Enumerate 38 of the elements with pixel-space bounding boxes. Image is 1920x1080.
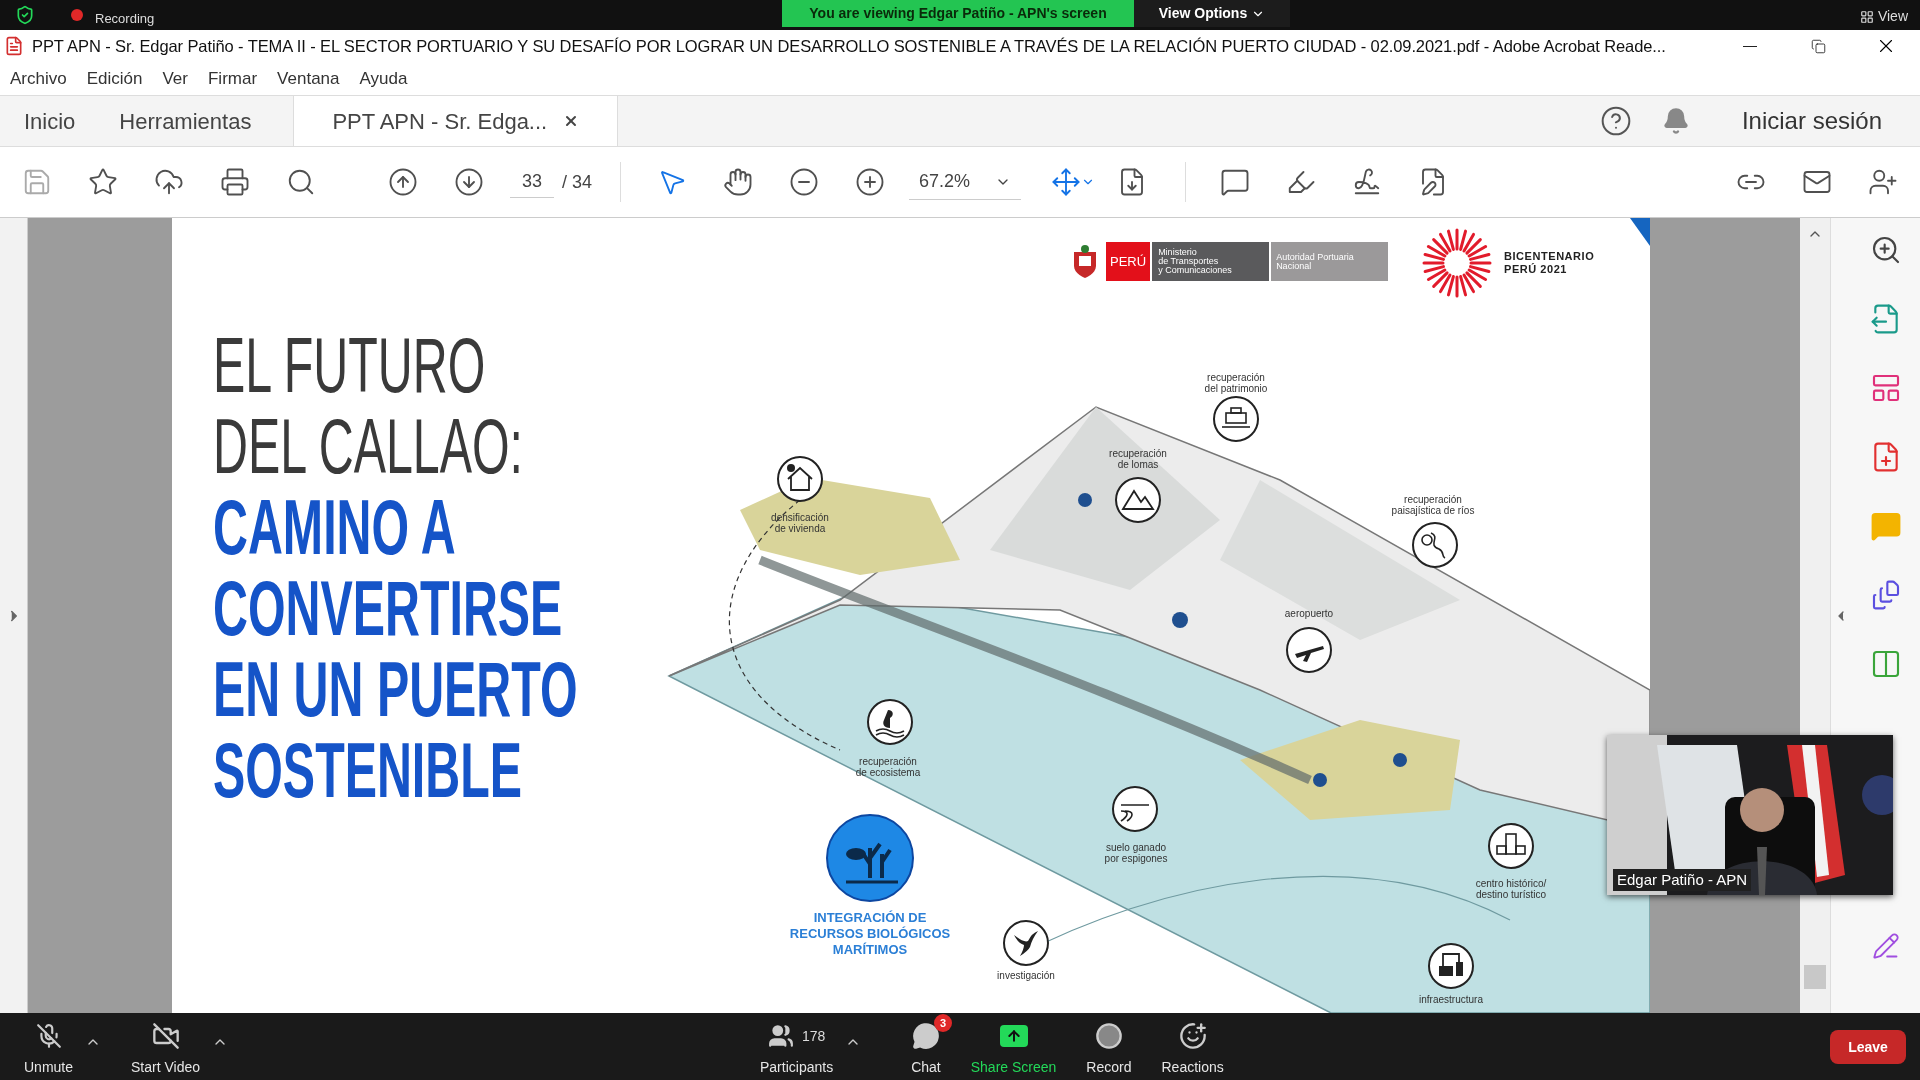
tab[interactable]: Herramientas [105, 96, 266, 146]
viewing-banner: You are viewing Edgar Patiño - APN's screen [782, 0, 1134, 27]
slide-title-line: CONVERTIRSE [213, 568, 563, 649]
meeting-control-button[interactable]: 178 Participants [752, 1018, 842, 1078]
meeting-control-button[interactable]: Start Video [123, 1018, 209, 1078]
meeting-control-button[interactable]: Reactions [1153, 1018, 1232, 1078]
menu-item[interactable]: Ayuda [359, 65, 408, 92]
page-number-field[interactable]: 33 [510, 166, 554, 198]
tab[interactable]: PPT APN - Sr. Edga... [293, 96, 619, 146]
window-title: PPT APN - Sr. Edgar Patiño - TEMA II - EL SECTOR PORTUARIO Y SU DESAFÍO POR LOGRAR UN DESARROLLO SOSTENIBLE A TRAVÉS DE LA RELACIÓN PUERTO CIUDAD - 02.09.2021.pdf - Adobe Acrobat Reade... [32, 35, 1666, 57]
participant-count: 178 [801, 1026, 826, 1046]
country-logo: PERÚ [1106, 242, 1151, 281]
leave-button[interactable]: Leave [1830, 1030, 1906, 1064]
meeting-control-button[interactable]: Share Screen [962, 1018, 1065, 1078]
zoom-level-dropdown[interactable]: 67.2% [909, 164, 1022, 200]
view-options-button[interactable]: View Options [1134, 0, 1290, 27]
ministry-logo: Ministerio de Transportes y Comunicaciones [1152, 242, 1270, 281]
slide-title-line: CAMINO A [213, 487, 456, 568]
menu-item[interactable]: Archivo [10, 65, 67, 92]
slide-title-line: EN UN PUERTO [213, 649, 578, 730]
slide-title-line: DEL CALLAO: [213, 406, 523, 487]
view-button[interactable]: View [1859, 6, 1908, 27]
menu-item[interactable]: Firmar [208, 65, 258, 92]
slide-title-line: EL FUTURO [213, 325, 486, 406]
chat-badge: 3 [933, 1014, 952, 1032]
bicentenario-logo-text: BICENTENARIO PERÚ 2021 [1504, 250, 1595, 276]
menu-item[interactable]: Ventana [277, 65, 340, 92]
recording-label: Recording [95, 10, 155, 29]
authority-logo: Autoridad Portuaria Nacional [1271, 242, 1389, 281]
menu-item[interactable]: Edición [86, 65, 143, 92]
slide-title-line: SOSTENIBLE [213, 730, 522, 811]
meeting-control-button[interactable]: Record [1078, 1018, 1140, 1078]
sign-in-button[interactable]: Iniciar sesión [1741, 103, 1882, 139]
page-total: / 34 [562, 170, 593, 194]
participant-name: Edgar Patiño - APN [1613, 868, 1752, 891]
meeting-control-button[interactable]: Unmute [16, 1018, 82, 1078]
menu-item[interactable]: Ver [162, 65, 188, 92]
tab[interactable]: Inicio [10, 96, 90, 146]
